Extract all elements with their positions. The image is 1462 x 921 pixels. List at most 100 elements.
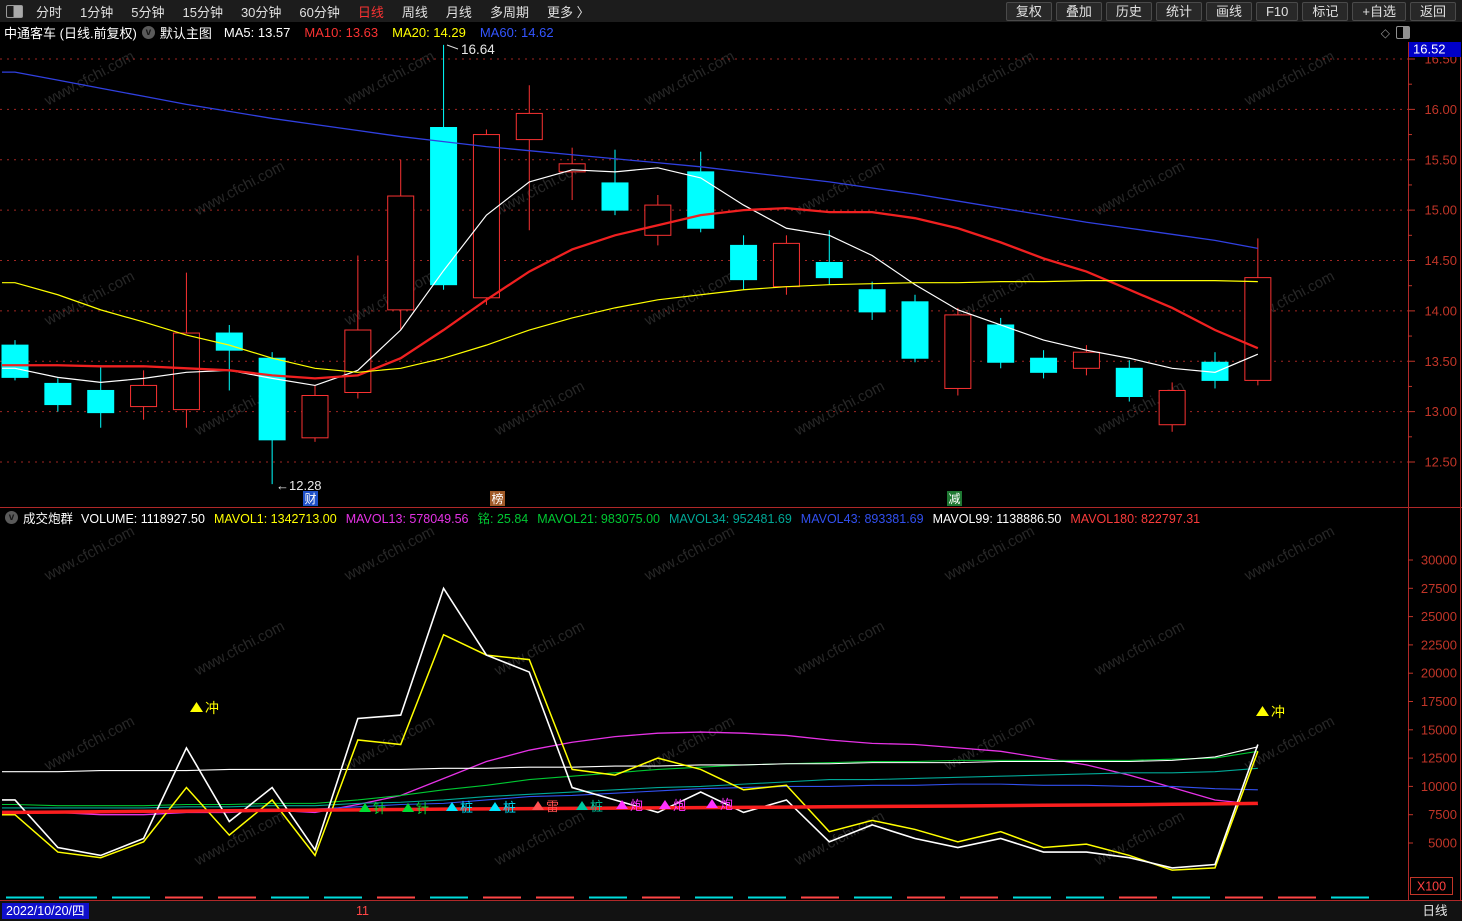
- vol-line-VOLUME: [2, 586, 1259, 869]
- candle: [687, 171, 715, 229]
- event-tag-label: 减: [948, 492, 960, 506]
- candle: [430, 127, 458, 286]
- volume-axis-label: 22500: [1421, 637, 1457, 652]
- low-annotation: ←12.28: [276, 478, 322, 493]
- chong-label: 冲: [205, 700, 219, 716]
- candle: [87, 389, 115, 414]
- signal-label: 炮: [720, 797, 733, 812]
- menu-item-更多 〉[interactable]: 更多 〉: [538, 2, 599, 21]
- high-annotation: 16.64: [461, 42, 495, 57]
- main-panel-selector[interactable]: 默认主图: [160, 23, 212, 42]
- volume-axis-label: 27500: [1421, 581, 1457, 596]
- candle: [901, 301, 929, 359]
- candle: [987, 324, 1015, 363]
- toolbar-button-画线[interactable]: 画线: [1205, 1, 1252, 21]
- candle: [515, 112, 543, 141]
- menu-item-30分钟[interactable]: 30分钟: [232, 2, 290, 21]
- signal-triangle-icon: [659, 800, 671, 809]
- menu-item-月线[interactable]: 月线: [437, 2, 481, 21]
- toolbar-button-历史[interactable]: 历史: [1105, 1, 1152, 21]
- ma-line-MA60: [2, 71, 1258, 250]
- candle: [472, 134, 500, 299]
- candle: [944, 314, 972, 389]
- volume-axis-label: 5000: [1428, 836, 1457, 851]
- vol-line-MAVOL1: [2, 633, 1259, 871]
- menu-item-多周期[interactable]: 多周期: [481, 2, 538, 21]
- ma-legend-item: MA5: 13.57: [223, 25, 291, 40]
- vol-line-MAVOL99: [2, 746, 1258, 773]
- candle: [1115, 367, 1143, 398]
- scale-label: X100: [1417, 880, 1446, 894]
- topbar: 分时 1分钟 5分钟 15分钟 30分钟 60分钟 日线 周线 月线 多周期 更多 〉 复权 叠加 历史…: [0, 0, 1462, 22]
- signal-label: 桩: [590, 799, 603, 814]
- event-tag-label: 财: [304, 492, 316, 506]
- candle: [772, 242, 800, 288]
- titlebar: 中通客车 (日线.前复权) v 默认主图 MA5: 13.57 MA10: 13.…: [0, 23, 1462, 42]
- volume-axis-label: 12500: [1421, 751, 1457, 766]
- menu-item-15分钟[interactable]: 15分钟: [173, 2, 231, 21]
- volume-legend-item: MAVOL34: 952481.69: [669, 512, 792, 526]
- volume-axis-label: 7500: [1428, 807, 1457, 822]
- price-axis-label: 15.00: [1424, 203, 1457, 218]
- volume-panel-title[interactable]: 成交炮群: [23, 508, 73, 527]
- app-icon: [6, 4, 23, 18]
- ma-legend: MA5: 13.57 MA10: 13.63 MA20: 14.29 MA60: 14…: [224, 25, 568, 40]
- volume-legend-item: MAVOL43: 893381.69: [800, 512, 924, 526]
- signal-label: 炮: [630, 798, 643, 813]
- signal-label: 炮: [673, 798, 686, 813]
- signal-triangle-icon: [532, 801, 544, 810]
- trading-app: { "topbar": { "left_items": ["分时","1分钟",…: [0, 0, 1462, 921]
- volume-axis-label: 25000: [1421, 609, 1457, 624]
- signal-label: 针: [416, 801, 429, 816]
- volume-legend-item: MAVOL21: 983075.00: [537, 512, 661, 526]
- period-label[interactable]: 日线: [1408, 901, 1462, 921]
- toolbar-button-F10[interactable]: F10: [1255, 1, 1299, 21]
- candle: [815, 262, 843, 279]
- toolbar-button-返回[interactable]: 返回: [1409, 1, 1456, 21]
- event-tag-label: 榜: [491, 491, 503, 506]
- chart-canvas[interactable]: 16.5016.0015.5015.0014.5014.0013.5013.00…: [0, 0, 1462, 921]
- signal-triangle-icon: [706, 799, 718, 808]
- candle: [1158, 389, 1186, 426]
- signal-triangle-icon: [576, 801, 588, 810]
- volume-header: v 成交炮群 VOLUME: 1118927.50 MAVOL1: 1342713…: [0, 509, 1406, 526]
- toolbar-button-+自选[interactable]: +自选: [1352, 1, 1406, 21]
- toolbar-button-叠加[interactable]: 叠加: [1055, 1, 1102, 21]
- menu-item-5分钟[interactable]: 5分钟: [122, 2, 173, 21]
- stock-title: 中通客车 (日线.前复权): [4, 26, 137, 41]
- toolbar-button-复权[interactable]: 复权: [1005, 1, 1052, 21]
- bottom-bar: 2022/10/20/四 11 日线: [0, 901, 1462, 921]
- chong-label: 冲: [1271, 704, 1285, 720]
- candle: [601, 182, 629, 211]
- diamond-icon[interactable]: ◇: [1381, 26, 1390, 40]
- ma-legend-item: MA20: 14.29: [392, 25, 466, 40]
- volume-legend-item: MAVOL180: 822797.31: [1070, 512, 1201, 526]
- menu-item-60分钟[interactable]: 60分钟: [290, 2, 348, 21]
- split-window-icon[interactable]: [1396, 26, 1410, 39]
- candle: [1, 344, 29, 378]
- signal-triangle-icon: [489, 802, 501, 811]
- ma-legend-item: MA60: 14.62: [479, 25, 554, 40]
- price-axis-label: 15.50: [1424, 152, 1457, 167]
- candle: [301, 395, 329, 439]
- high-pointer: [446, 44, 459, 50]
- menu-item-周线[interactable]: 周线: [393, 2, 437, 21]
- volume-legend-item: 铭: 25.84: [477, 512, 529, 526]
- menu-item-分时[interactable]: 分时: [27, 2, 71, 21]
- menu-item-日线[interactable]: 日线: [349, 2, 393, 21]
- candle: [130, 384, 158, 408]
- signal-label: 雷: [546, 799, 559, 814]
- signal-label: 针: [373, 801, 386, 816]
- price-axis-label: 16.00: [1424, 102, 1457, 117]
- price-axis-label: 13.50: [1424, 354, 1457, 369]
- toolbar-button-统计[interactable]: 统计: [1155, 1, 1202, 21]
- candle: [1072, 351, 1100, 369]
- candle: [44, 382, 72, 406]
- price-axis-label: 14.00: [1424, 303, 1457, 318]
- candle: [258, 357, 286, 441]
- menu-item-1分钟[interactable]: 1分钟: [71, 2, 122, 21]
- bar-count-label: 11: [356, 904, 369, 918]
- chevron-down-icon[interactable]: v: [5, 511, 18, 524]
- toolbar-button-标记[interactable]: 标记: [1302, 1, 1349, 21]
- chevron-down-icon[interactable]: v: [141, 26, 155, 39]
